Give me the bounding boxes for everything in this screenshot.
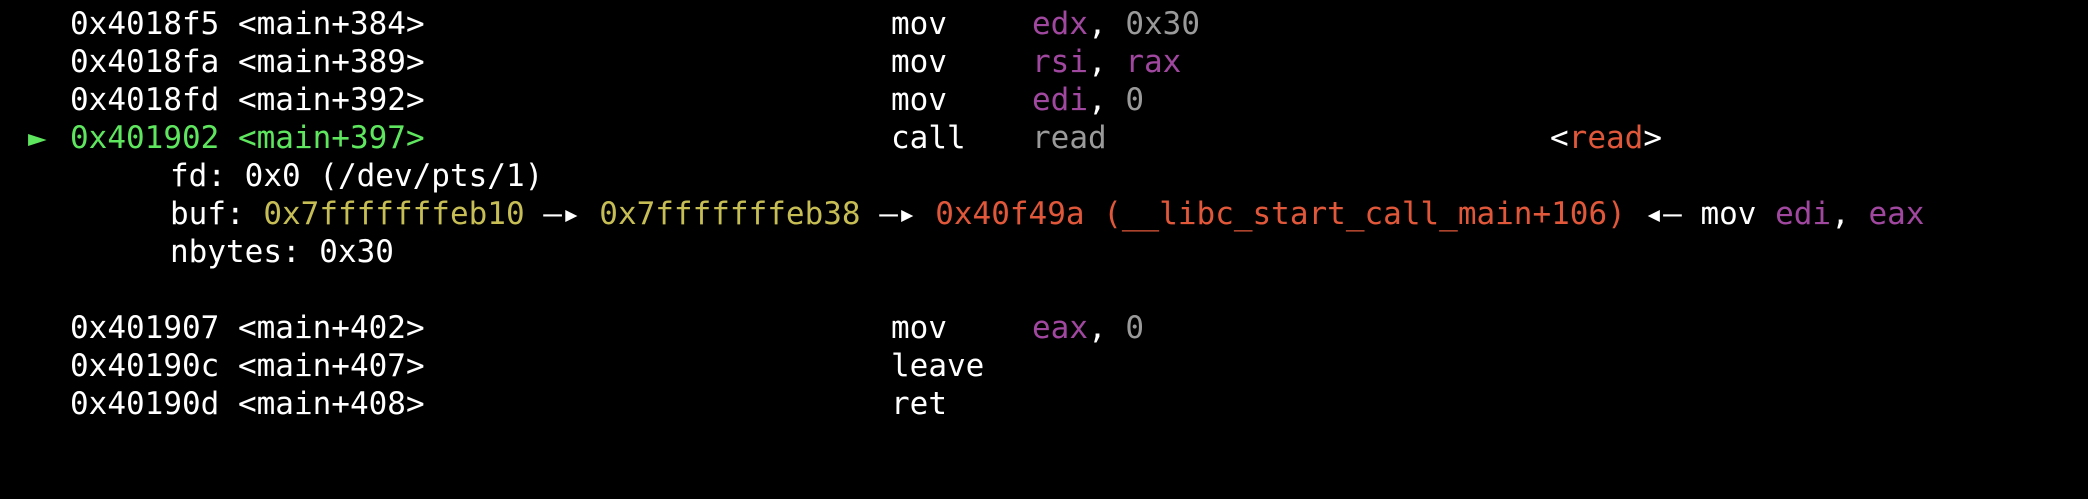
operand-register: rax (1125, 44, 1182, 80)
instruction-mnemonic: ret (891, 386, 947, 422)
instruction-mnemonic: leave (891, 348, 985, 384)
symbol-value: 0x40f49a (__libc_start_call_main+106) (935, 196, 1626, 232)
instruction-address: 0x40190d <main+408> (70, 386, 425, 422)
instruction-mnemonic: mov (891, 310, 947, 346)
annotation-bracket-open: < (1550, 120, 1569, 156)
pointer-value: 0x7fffffffeb38 (599, 196, 861, 232)
code-arrow-icon: ◂— (1625, 196, 1701, 232)
call-arg-line: buf: 0x7fffffffeb10 —▸ 0x7fffffffeb38 —▸… (0, 195, 1924, 233)
instruction-mnemonic: mov (891, 6, 947, 42)
instruction-address: 0x401902 <main+397> (70, 120, 425, 156)
deref-instruction-mnemonic: mov (1700, 196, 1776, 232)
call-arg-line: fd: 0x0 (/dev/pts/1) (0, 157, 543, 195)
operand-separator: , (1088, 82, 1126, 118)
operand-immediate: 0 (1125, 82, 1144, 118)
pointer-value: 0x7fffffffeb10 (263, 196, 525, 232)
operand-separator: , (1088, 6, 1126, 42)
operand-separator: , (1088, 44, 1126, 80)
instruction-mnemonic: mov (891, 82, 947, 118)
disasm-line-current: ► 0x401902 <main+397> call read <read> (0, 119, 1662, 157)
instruction-mnemonic: mov (891, 44, 947, 80)
arg-nbytes: nbytes: 0x30 (170, 234, 394, 270)
annotation-symbol: read (1568, 120, 1644, 156)
annotation-bracket-close: > (1643, 120, 1662, 156)
instruction-address: 0x40190c <main+407> (70, 348, 425, 384)
operand-register: rsi (1032, 44, 1088, 80)
disasm-line: 0x4018f5 <main+384> mov edx, 0x30 (0, 5, 1200, 43)
disasm-line: 0x4018fd <main+392> mov edi, 0 (0, 81, 1144, 119)
instruction-address: 0x4018fd <main+392> (70, 82, 425, 118)
call-target: read (1032, 120, 1107, 156)
operand-immediate: 0x30 (1125, 6, 1200, 42)
arg-buf-label: buf: (170, 196, 264, 232)
operand-register: edx (1032, 6, 1088, 42)
instruction-address: 0x401907 <main+402> (70, 310, 425, 346)
current-instruction-arrow-icon: ► (28, 120, 47, 156)
instruction-operands: edx, 0x30 (1032, 5, 1200, 43)
call-arg-line: nbytes: 0x30 (0, 233, 394, 271)
operand-register: eax (1032, 310, 1088, 346)
instruction-operands: eax, 0 (1032, 309, 1144, 347)
operand-separator: , (1831, 196, 1869, 232)
instruction-address: 0x4018f5 <main+384> (70, 6, 425, 42)
disasm-line: 0x40190c <main+407> leave (0, 347, 984, 385)
disasm-line: 0x4018fa <main+389> mov rsi, rax (0, 43, 1181, 81)
disasm-line: 0x40190d <main+408> ret (0, 385, 947, 423)
instruction-mnemonic: call (891, 120, 966, 156)
operand-register: edi (1775, 196, 1832, 232)
operand-separator: , (1088, 310, 1126, 346)
instruction-operands: edi, 0 (1032, 81, 1144, 119)
call-annotation: <read> (1550, 119, 1662, 157)
operand-immediate: 0 (1125, 310, 1144, 346)
deref-arrow-icon: —▸ (524, 196, 600, 232)
deref-arrow-icon: —▸ (860, 196, 936, 232)
arg-fd: fd: 0x0 (/dev/pts/1) (170, 158, 544, 194)
instruction-address: 0x4018fa <main+389> (70, 44, 425, 80)
disasm-line: 0x401907 <main+402> mov eax, 0 (0, 309, 1144, 347)
arg-buf: buf: 0x7fffffffeb10 —▸ 0x7fffffffeb38 —▸… (170, 195, 1924, 233)
operand-register: eax (1868, 196, 1925, 232)
instruction-operands: rsi, rax (1032, 43, 1181, 81)
operand-register: edi (1032, 82, 1088, 118)
